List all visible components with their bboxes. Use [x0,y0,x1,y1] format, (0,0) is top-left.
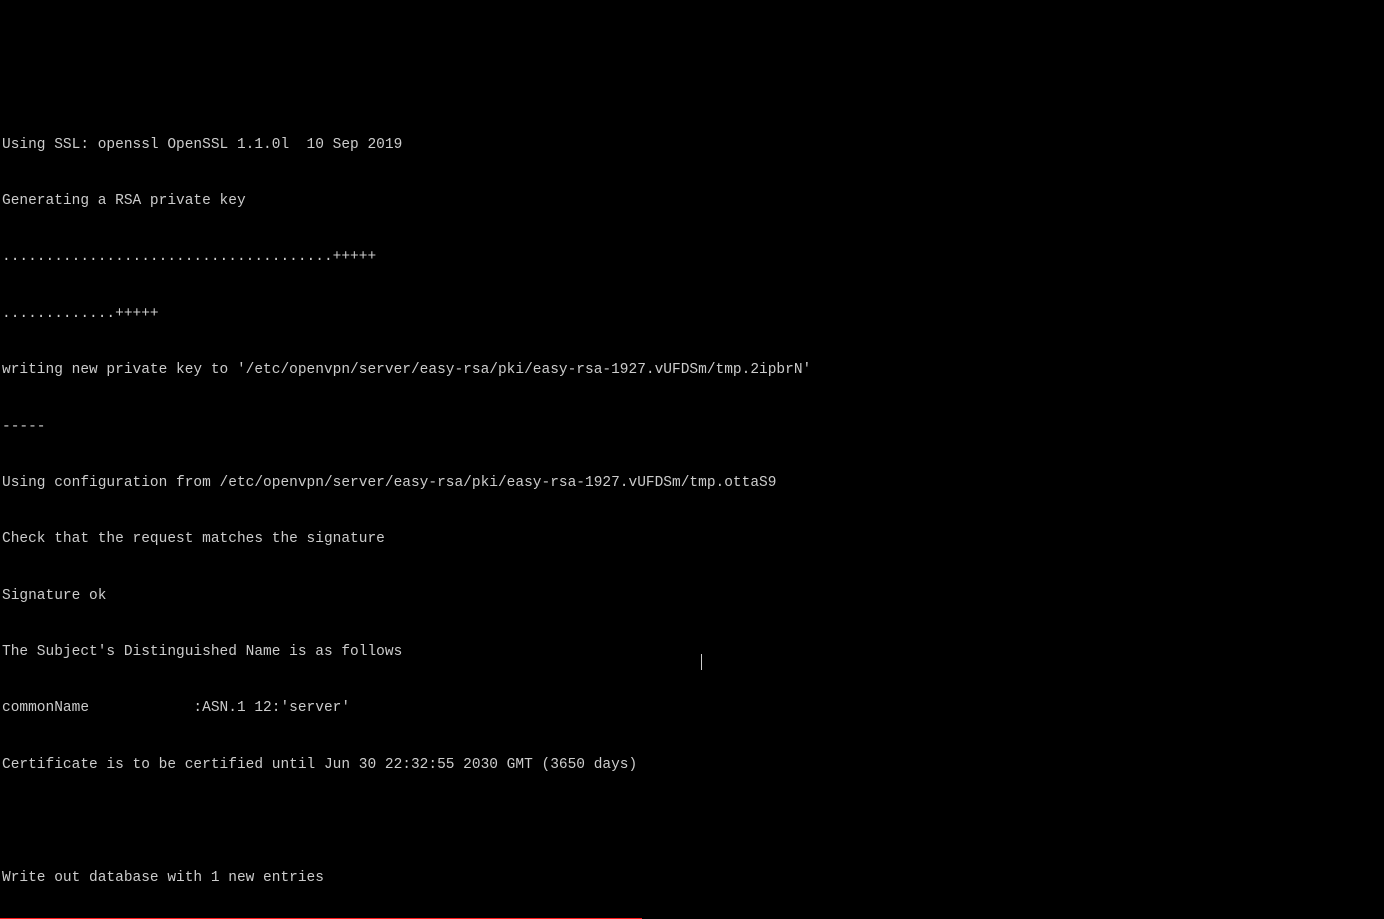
terminal-line: Certificate is to be certified until Jun… [2,756,1382,775]
terminal-line: Generating a RSA private key [2,192,1382,211]
terminal-line: Signature ok [2,587,1382,606]
text-caret-icon [701,654,702,670]
terminal-line: ----- [2,418,1382,437]
terminal-line: commonName :ASN.1 12:'server' [2,699,1382,718]
terminal-line: Using SSL: openssl OpenSSL 1.1.0l 10 Sep… [2,136,1382,155]
highlight-box-client-config [0,918,642,919]
terminal-line: writing new private key to '/etc/openvpn… [2,361,1382,380]
terminal-line: Write out database with 1 new entries [2,869,1382,888]
terminal-line: Using configuration from /etc/openvpn/se… [2,474,1382,493]
terminal-line: Check that the request matches the signa… [2,530,1382,549]
terminal-line: ......................................++… [2,248,1382,267]
terminal[interactable]: Using SSL: openssl OpenSSL 1.1.0l 10 Sep… [0,94,1384,919]
terminal-line [2,812,1382,831]
terminal-line: The Subject's Distinguished Name is as f… [2,643,1382,662]
terminal-line: .............+++++ [2,305,1382,324]
